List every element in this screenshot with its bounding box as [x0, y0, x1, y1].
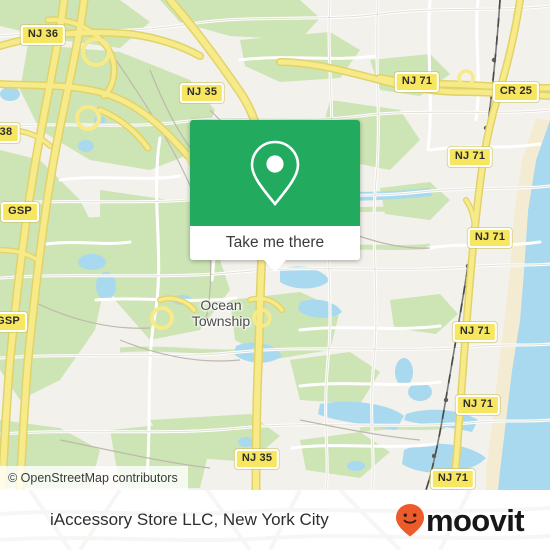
place-label-ocean-township: Ocean Township — [192, 297, 250, 329]
highway-shield[interactable]: NJ 71 — [394, 72, 440, 92]
highway-shield[interactable]: NJ 71 — [430, 469, 476, 489]
take-me-there-button[interactable]: Take me there — [190, 226, 360, 260]
map-canvas[interactable]: NJ 36 38 NJ 35 NJ 71 CR 25 NJ 71 NJ 71 G… — [0, 0, 550, 490]
popup-card-tail — [264, 260, 286, 272]
moovit-logo[interactable]: moovit — [395, 490, 525, 550]
highway-shield[interactable]: NJ 35 — [234, 449, 280, 469]
highway-shield[interactable]: 38 — [0, 123, 20, 143]
moovit-smile-pin-icon — [395, 504, 424, 537]
highway-shield[interactable]: NJ 36 — [20, 25, 66, 45]
highway-shield[interactable]: NJ 35 — [179, 83, 225, 103]
popup-card-header — [190, 120, 360, 226]
highway-shield[interactable]: NJ 71 — [452, 322, 498, 342]
highway-shield[interactable]: NJ 71 — [455, 395, 501, 415]
place-label-line-2: Township — [191, 313, 251, 329]
place-label-line-1: Ocean — [200, 297, 242, 313]
highway-shield[interactable]: NJ 71 — [467, 228, 513, 248]
highway-shield[interactable]: GSP — [0, 312, 27, 332]
highway-shield[interactable]: NJ 71 — [447, 147, 493, 167]
map-screenshot: NJ 36 38 NJ 35 NJ 71 CR 25 NJ 71 NJ 71 G… — [0, 0, 550, 550]
highway-shield[interactable]: CR 25 — [492, 82, 540, 102]
destination-popup-card[interactable]: Take me there — [190, 120, 360, 272]
osm-attribution[interactable]: © OpenStreetMap contributors — [0, 466, 188, 490]
take-me-there-label: Take me there — [225, 234, 325, 251]
footer-bar: iAccessory Store LLC, New York City moov… — [0, 490, 550, 550]
map-pin-icon — [250, 140, 300, 207]
moovit-wordmark: moovit — [425, 502, 525, 538]
page-title: iAccessory Store LLC, New York City — [50, 510, 329, 529]
highway-shield[interactable]: GSP — [1, 202, 39, 222]
